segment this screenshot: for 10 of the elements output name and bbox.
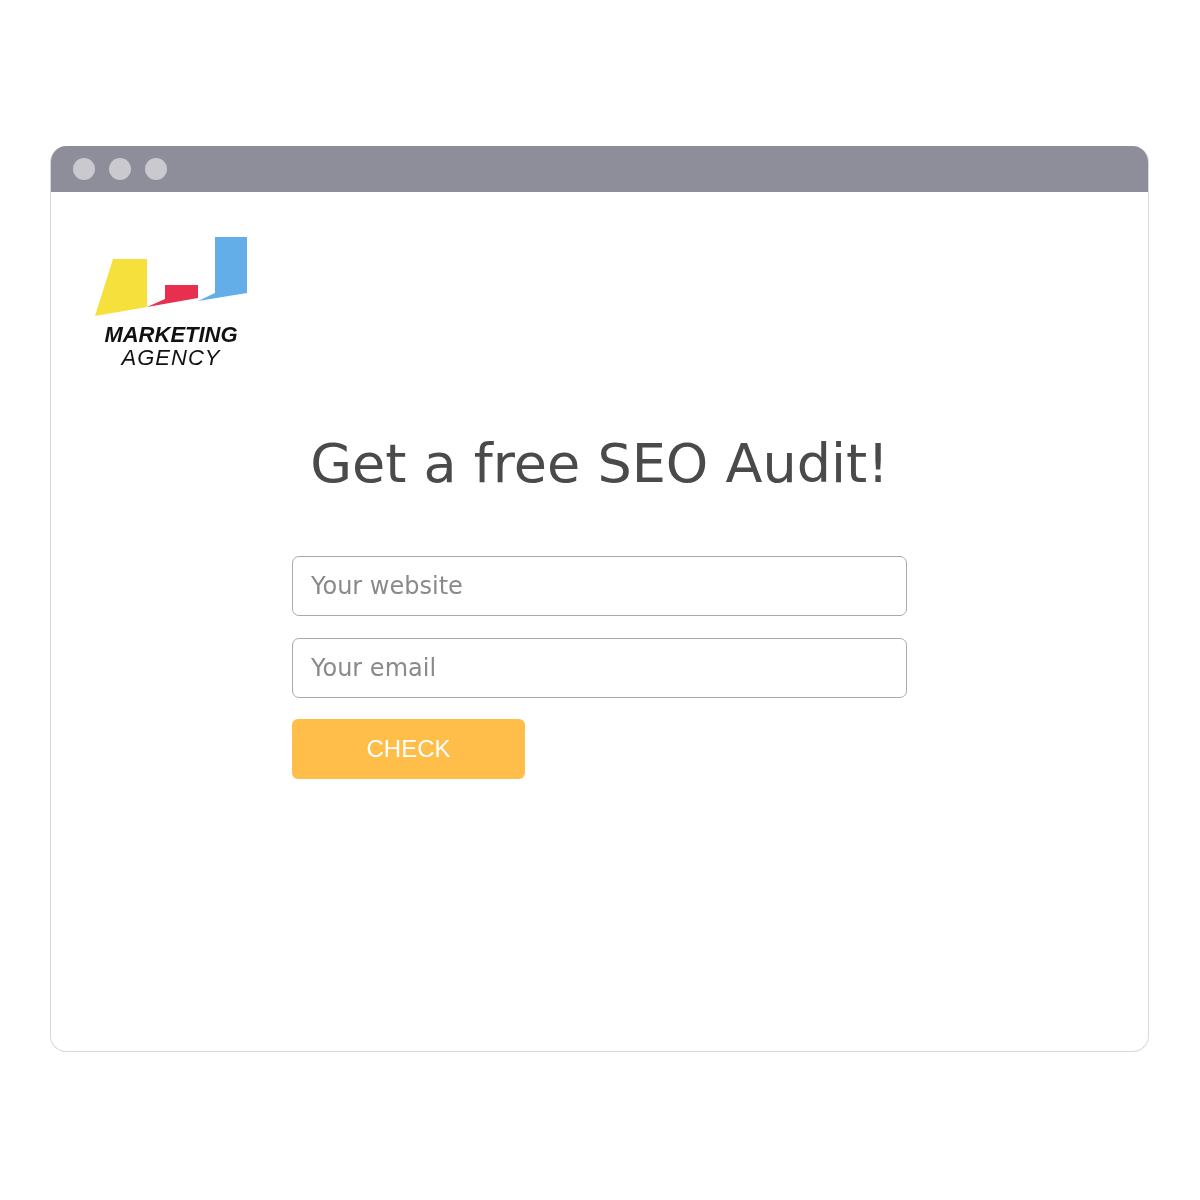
window-dot-icon — [73, 158, 95, 180]
heading: Get a free SEO Audit! — [309, 431, 890, 497]
logo-text: AGENCY — [121, 347, 221, 369]
bar-chart-logo-icon — [95, 237, 247, 317]
window-dot-icon — [109, 158, 131, 180]
input-field[interactable]: Your website — [292, 556, 907, 616]
window-dot-icon — [145, 158, 167, 180]
logo-text: MARKETING — [104, 323, 238, 347]
input-field[interactable]: Your email — [292, 638, 907, 698]
check-button[interactable]: CHECK — [292, 719, 525, 779]
